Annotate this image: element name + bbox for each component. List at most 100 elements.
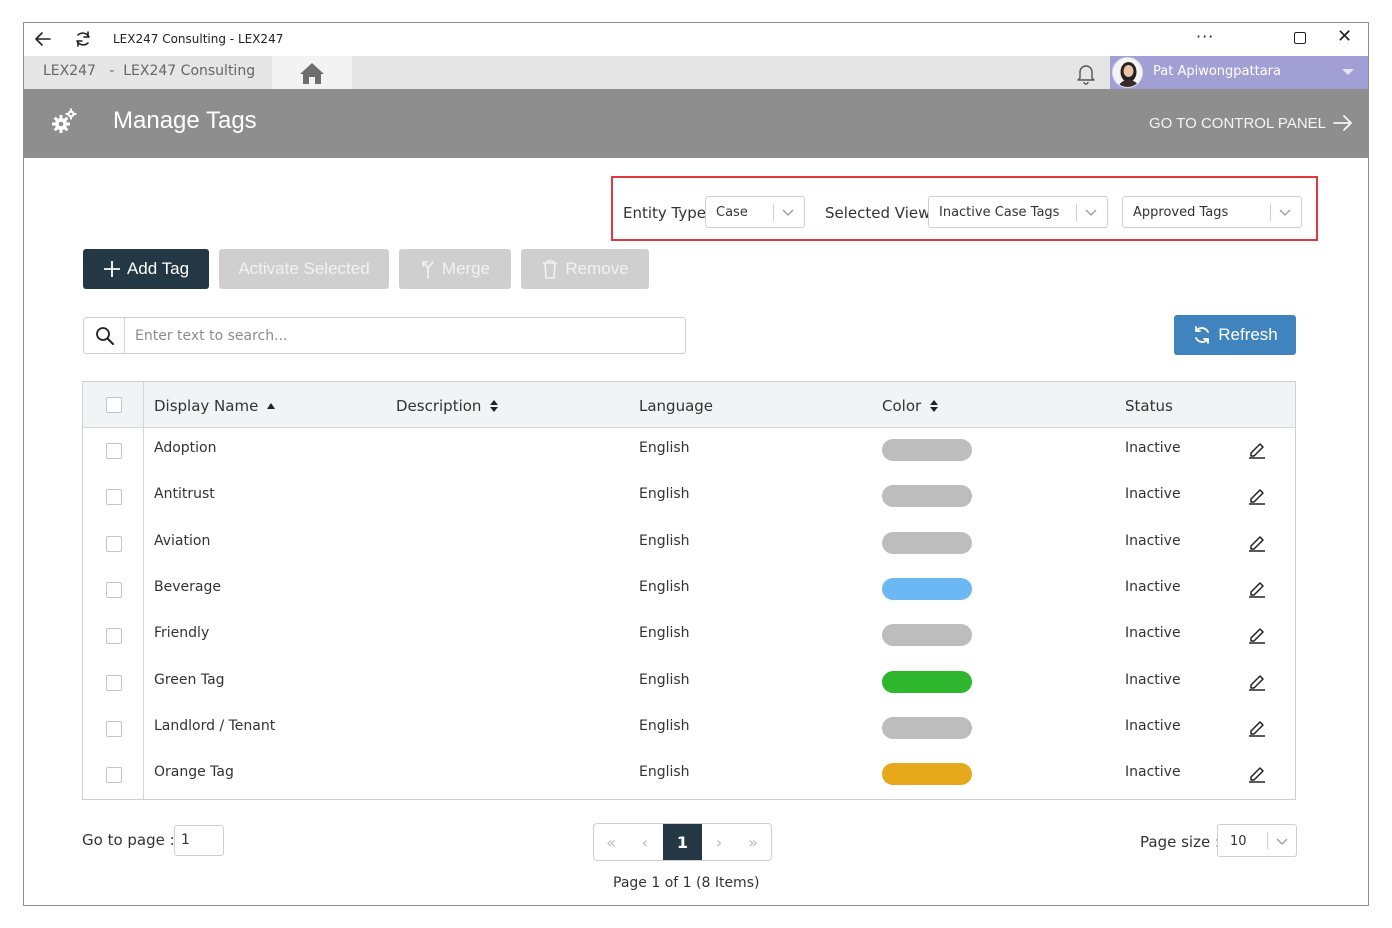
row-checkbox[interactable] bbox=[106, 581, 122, 598]
merge-button[interactable]: Merge bbox=[399, 249, 511, 289]
bell-icon[interactable] bbox=[1074, 61, 1098, 89]
tag-language: English bbox=[639, 578, 690, 595]
search-icon[interactable] bbox=[84, 318, 125, 353]
table-row[interactable]: Friendly English Inactive bbox=[83, 613, 1295, 659]
pencil-icon[interactable] bbox=[1247, 532, 1267, 556]
table-row[interactable]: Green Tag English Inactive bbox=[83, 660, 1295, 706]
entity-type-select[interactable]: Case bbox=[705, 196, 805, 228]
page-size-select[interactable]: 10 bbox=[1217, 824, 1297, 857]
page-header: Manage Tags GO TO CONTROL PANEL bbox=[24, 89, 1368, 158]
table-row[interactable]: Aviation English Inactive bbox=[83, 521, 1295, 567]
breadcrumb-text: LEX247 - LEX247 Consulting bbox=[43, 63, 256, 79]
table-row[interactable]: Adoption English Inactive bbox=[83, 428, 1295, 474]
approval-select[interactable]: Approved Tags bbox=[1122, 196, 1302, 228]
table-row[interactable]: Antitrust English Inactive bbox=[83, 474, 1295, 520]
pencil-icon[interactable] bbox=[1247, 485, 1267, 509]
add-tag-button[interactable]: Add Tag bbox=[83, 249, 209, 289]
tag-status: Inactive bbox=[1125, 532, 1181, 549]
merge-icon bbox=[422, 261, 434, 279]
activate-selected-button[interactable]: Activate Selected bbox=[219, 249, 389, 289]
pencil-icon[interactable] bbox=[1247, 439, 1267, 463]
tag-status: Inactive bbox=[1125, 486, 1181, 503]
more-options-icon[interactable]: ··· bbox=[1196, 27, 1214, 46]
table-row[interactable]: Orange Tag English Inactive bbox=[83, 752, 1295, 798]
tag-language: English bbox=[639, 486, 690, 503]
tag-color-swatch bbox=[882, 763, 972, 786]
tag-language: English bbox=[639, 764, 690, 781]
pencil-icon[interactable] bbox=[1247, 624, 1267, 648]
sort-icon bbox=[930, 400, 939, 412]
tags-grid: Display Name Description Language Color … bbox=[82, 381, 1296, 800]
tag-language: English bbox=[639, 717, 690, 734]
chevron-down-icon bbox=[1279, 209, 1291, 216]
row-checkbox[interactable] bbox=[106, 489, 122, 506]
refresh-icon bbox=[1195, 326, 1210, 344]
tag-language: English bbox=[639, 532, 690, 549]
arrow-right-icon bbox=[1333, 115, 1352, 131]
row-checkbox[interactable] bbox=[106, 628, 122, 645]
selected-view-select[interactable]: Inactive Case Tags bbox=[928, 196, 1108, 228]
refresh-button[interactable]: Refresh bbox=[1174, 315, 1296, 355]
pencil-icon[interactable] bbox=[1247, 578, 1267, 602]
tag-language: English bbox=[639, 440, 690, 456]
goto-page-label: Go to page : bbox=[82, 831, 175, 849]
select-divider bbox=[773, 204, 774, 221]
maximize-icon[interactable] bbox=[1294, 32, 1306, 44]
entity-type-value: Case bbox=[716, 205, 748, 220]
last-page-button[interactable]: » bbox=[736, 824, 770, 860]
trash-icon bbox=[543, 260, 558, 279]
pencil-icon[interactable] bbox=[1247, 717, 1267, 741]
title-bar: LEX247 Consulting - LEX247 ··· ✕ bbox=[24, 23, 1368, 56]
chevron-down-icon[interactable] bbox=[1342, 69, 1354, 75]
pencil-icon[interactable] bbox=[1247, 671, 1267, 695]
nav-bar: LEX247 - LEX247 Consulting Pat Apiwongpa… bbox=[24, 56, 1368, 89]
tag-language: English bbox=[639, 625, 690, 642]
breadcrumb[interactable]: LEX247 - LEX247 Consulting bbox=[24, 56, 272, 89]
gears-icon bbox=[50, 107, 78, 139]
goto-page-input[interactable]: 1 bbox=[174, 825, 224, 856]
row-checkbox[interactable] bbox=[106, 535, 122, 552]
column-color[interactable]: Color bbox=[882, 397, 939, 415]
row-checkbox[interactable] bbox=[106, 443, 122, 459]
tag-name: Green Tag bbox=[154, 671, 225, 688]
user-menu[interactable]: Pat Apiwongpattara bbox=[1110, 56, 1368, 89]
row-checkbox[interactable] bbox=[106, 720, 122, 737]
column-display-name[interactable]: Display Name bbox=[154, 397, 276, 415]
select-all-checkbox[interactable] bbox=[106, 397, 122, 413]
close-icon[interactable]: ✕ bbox=[1337, 26, 1352, 47]
prev-page-button[interactable]: ‹ bbox=[628, 824, 662, 860]
tag-status: Inactive bbox=[1125, 764, 1181, 781]
search-input[interactable] bbox=[126, 318, 684, 353]
tag-name: Friendly bbox=[154, 625, 210, 642]
tag-name: Aviation bbox=[154, 532, 211, 549]
tag-color-swatch bbox=[882, 439, 972, 461]
approval-value: Approved Tags bbox=[1133, 205, 1229, 220]
selected-view-value: Inactive Case Tags bbox=[939, 205, 1060, 220]
tag-name: Orange Tag bbox=[154, 764, 234, 781]
table-row[interactable]: Beverage English Inactive bbox=[83, 567, 1295, 613]
back-arrow-icon[interactable] bbox=[32, 28, 54, 50]
column-description[interactable]: Description bbox=[396, 397, 499, 415]
tag-color-swatch bbox=[882, 670, 972, 693]
plus-icon bbox=[103, 261, 120, 277]
current-page-button[interactable]: 1 bbox=[663, 824, 702, 860]
next-page-button[interactable]: › bbox=[702, 824, 736, 860]
tag-color-swatch bbox=[882, 485, 972, 508]
remove-button[interactable]: Remove bbox=[521, 249, 649, 289]
control-panel-link[interactable]: GO TO CONTROL PANEL bbox=[1149, 114, 1354, 132]
pencil-icon[interactable] bbox=[1247, 763, 1267, 787]
tag-status: Inactive bbox=[1125, 440, 1181, 456]
table-row[interactable]: Landlord / Tenant English Inactive bbox=[83, 706, 1295, 752]
reload-icon[interactable] bbox=[72, 28, 94, 50]
grid-header: Display Name Description Language Color … bbox=[83, 382, 1295, 428]
tag-status: Inactive bbox=[1125, 717, 1181, 734]
tag-status: Inactive bbox=[1125, 671, 1181, 688]
row-checkbox[interactable] bbox=[106, 767, 122, 784]
column-description-label: Description bbox=[396, 397, 482, 415]
first-page-button[interactable]: « bbox=[594, 824, 628, 860]
sort-asc-icon bbox=[267, 403, 276, 409]
row-checkbox[interactable] bbox=[106, 674, 122, 691]
tag-name: Landlord / Tenant bbox=[154, 717, 276, 734]
home-button[interactable] bbox=[272, 56, 352, 89]
tag-color-swatch bbox=[882, 577, 972, 600]
